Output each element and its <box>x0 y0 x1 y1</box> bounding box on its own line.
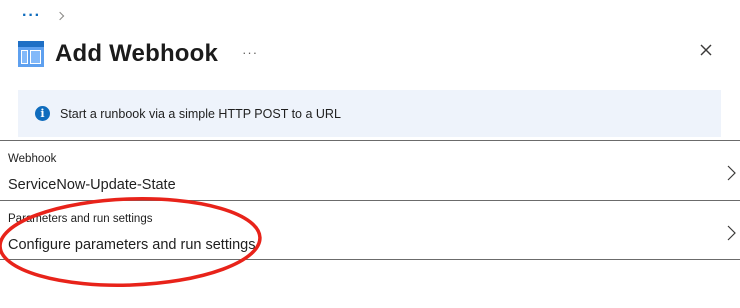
info-banner-text: Start a runbook via a simple HTTP POST t… <box>60 106 341 121</box>
parameters-row[interactable]: Parameters and run settings Configure pa… <box>0 200 740 260</box>
page-title: Add Webhook <box>55 40 219 67</box>
parameters-row-label: Parameters and run settings <box>8 213 153 225</box>
close-icon[interactable] <box>698 42 714 58</box>
chevron-right-icon <box>55 11 65 21</box>
webhook-row-value: ServiceNow-Update-State <box>8 177 176 193</box>
info-banner: i Start a runbook via a simple HTTP POST… <box>18 90 721 137</box>
breadcrumb: ··· <box>22 8 65 24</box>
chevron-right-icon <box>727 225 736 241</box>
add-webhook-blade: ··· Add Webhook ··· i Start a runbook vi… <box>0 0 740 308</box>
info-icon: i <box>35 106 50 121</box>
blade-header: Add Webhook ··· <box>17 34 740 74</box>
blade-icon <box>18 41 44 67</box>
more-options-button[interactable]: ··· <box>242 45 258 60</box>
webhook-row-label: Webhook <box>8 153 57 165</box>
webhook-row[interactable]: Webhook ServiceNow-Update-State <box>0 140 740 200</box>
breadcrumb-more-button[interactable]: ··· <box>22 8 41 24</box>
parameters-row-value: Configure parameters and run settings <box>8 237 256 253</box>
chevron-right-icon <box>727 165 736 181</box>
